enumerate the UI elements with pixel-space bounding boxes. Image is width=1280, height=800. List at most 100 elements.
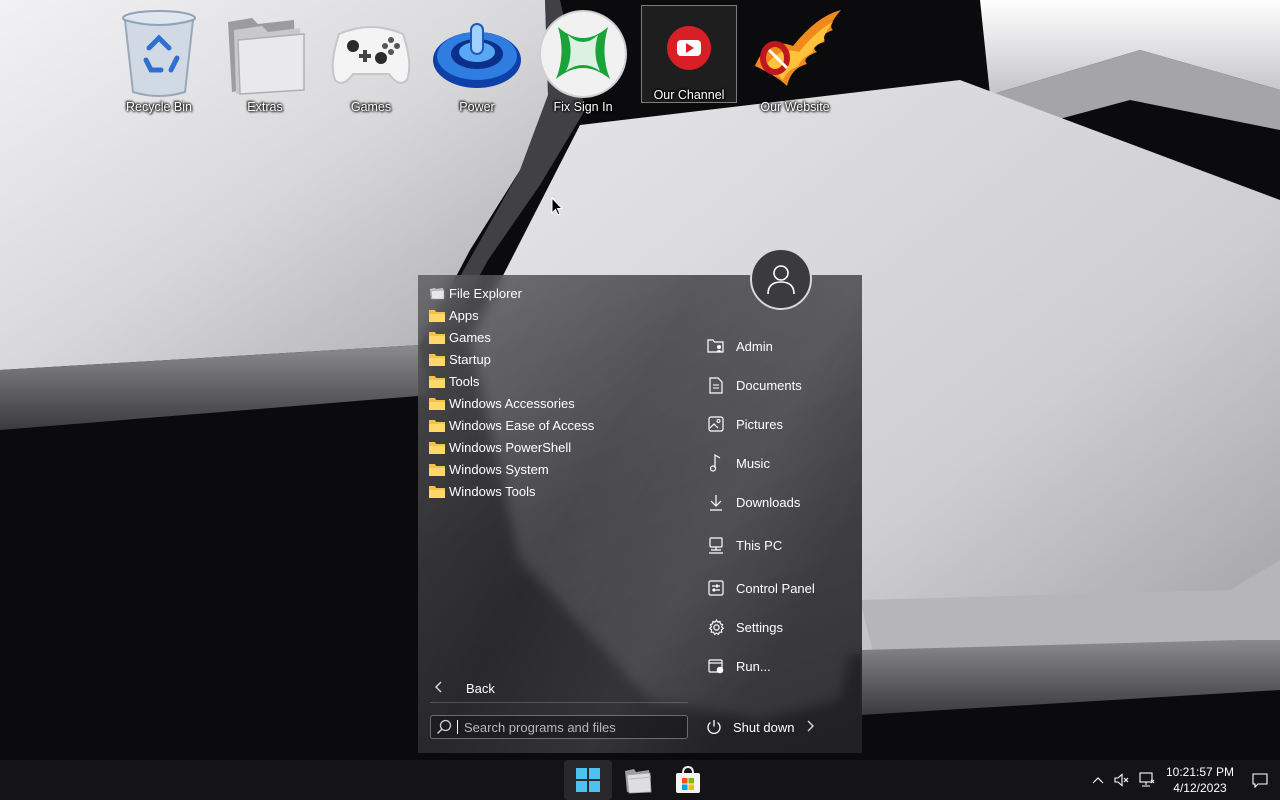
gear-icon	[704, 617, 728, 637]
place-item-run[interactable]: Run...	[702, 653, 852, 679]
picture-icon	[704, 414, 728, 434]
youtube-icon	[641, 6, 737, 90]
desktop-icon-label: Extras	[247, 100, 283, 114]
program-label: Windows PowerShell	[449, 439, 572, 455]
file-explorer-icon	[429, 286, 445, 300]
desktop-icon-label: Recycle Bin	[126, 100, 192, 114]
place-label: Pictures	[736, 416, 783, 432]
taskbar: 10:21:57 PM 4/12/2023	[0, 760, 1280, 800]
taskbar-pinned-apps	[564, 760, 714, 800]
place-item-pictures[interactable]: Pictures	[702, 411, 852, 437]
search-input[interactable]	[464, 719, 687, 735]
place-label: Run...	[736, 658, 771, 674]
place-label: Control Panel	[736, 580, 815, 596]
chevron-right-icon[interactable]	[806, 719, 815, 735]
place-item-downloads[interactable]: Downloads	[702, 489, 852, 515]
place-item-settings[interactable]: Settings	[702, 614, 852, 640]
download-icon	[704, 492, 728, 512]
taskbar-file-explorer-button[interactable]	[614, 760, 662, 800]
desktop-icon-grid: Recycle Bin Extras Games Power Fix Sign …	[106, 5, 848, 124]
text-caret	[457, 720, 458, 734]
desktop-icon-our-website[interactable]: Our Website	[742, 6, 848, 124]
place-item-control-panel[interactable]: Control Panel	[702, 575, 852, 601]
clock-date: 4/12/2023	[1173, 781, 1227, 795]
folder-icon	[429, 374, 445, 388]
program-label: Games	[449, 329, 491, 345]
notification-icon	[1252, 773, 1268, 788]
network-icon	[1139, 772, 1155, 787]
program-item-games[interactable]: Games	[426, 326, 688, 348]
windows-logo-icon	[576, 768, 600, 792]
place-label: Music	[736, 455, 770, 471]
folder-icon	[429, 418, 445, 432]
user-avatar[interactable]	[750, 248, 812, 310]
folder-icon	[429, 330, 445, 344]
desktop-icon-power[interactable]: Power	[424, 6, 530, 124]
back-label: Back	[466, 680, 495, 696]
place-item-admin[interactable]: Admin	[702, 333, 852, 359]
desktop-icon-label: Fix Sign In	[553, 100, 613, 114]
program-item-windows-tools[interactable]: Windows Tools	[426, 480, 688, 502]
folder-icon	[429, 484, 445, 498]
program-item-file-explorer[interactable]: File Explorer	[426, 282, 688, 304]
program-item-windows-accessories[interactable]: Windows Accessories	[426, 392, 688, 414]
system-tray: 10:21:57 PM 4/12/2023	[1086, 760, 1280, 800]
place-item-documents[interactable]: Documents	[702, 372, 852, 398]
computer-icon	[704, 535, 728, 555]
folder-icon	[429, 462, 445, 476]
program-item-tools[interactable]: Tools	[426, 370, 688, 392]
clock[interactable]: 10:21:57 PM 4/12/2023	[1160, 764, 1240, 796]
volume-button[interactable]	[1110, 760, 1134, 800]
taskbar-store-button[interactable]	[664, 760, 712, 800]
run-icon	[704, 656, 728, 676]
program-item-startup[interactable]: Startup	[426, 348, 688, 370]
desktop-icon-recycle-bin[interactable]: Recycle Bin	[106, 6, 212, 124]
desktop-icon-fix-sign-in[interactable]: Fix Sign In	[530, 6, 636, 124]
file-explorer-icon	[625, 769, 652, 794]
desktop-icon-games[interactable]: Games	[318, 6, 424, 124]
program-item-windows-system[interactable]: Windows System	[426, 458, 688, 480]
shutdown-button[interactable]: Shut down	[706, 715, 815, 739]
user-icon	[767, 265, 795, 295]
place-label: This PC	[736, 537, 783, 553]
show-hidden-icons-button[interactable]	[1086, 760, 1110, 800]
shutdown-label: Shut down	[733, 719, 795, 735]
back-button[interactable]: Back	[428, 677, 688, 699]
desktop-icon-extras[interactable]: Extras	[212, 6, 318, 124]
folder-icon	[429, 440, 445, 454]
place-label: Downloads	[736, 494, 801, 510]
program-label: Windows System	[449, 461, 549, 477]
store-icon	[676, 765, 700, 793]
notifications-button[interactable]	[1240, 760, 1280, 800]
desktop-icon-label: Games	[350, 100, 392, 114]
desktop-icon-label: Power	[459, 100, 495, 114]
place-item-music[interactable]: Music	[702, 450, 852, 476]
program-item-windows-powershell[interactable]: Windows PowerShell	[426, 436, 688, 458]
gamepad-icon	[323, 6, 419, 102]
program-label: Apps	[449, 307, 479, 323]
program-label: File Explorer	[449, 285, 522, 301]
network-button[interactable]	[1134, 760, 1158, 800]
power-icon	[429, 6, 525, 102]
volume-muted-icon	[1114, 773, 1129, 787]
desktop-icon-label: Our Website	[760, 100, 830, 114]
program-item-windows-ease-of-access[interactable]: Windows Ease of Access	[426, 414, 688, 436]
user-folder-icon	[704, 336, 728, 356]
folder-icon	[429, 352, 445, 366]
search-icon	[431, 719, 457, 735]
program-list: File Explorer Apps Games Startup Tools W…	[426, 282, 688, 502]
xbox-icon	[535, 6, 631, 102]
place-label: Admin	[736, 338, 773, 354]
program-item-apps[interactable]: Apps	[426, 304, 688, 326]
divider	[430, 702, 688, 703]
recycle-bin-icon	[111, 6, 207, 102]
place-item-this-pc[interactable]: This PC	[702, 532, 852, 558]
program-label: Windows Tools	[449, 483, 536, 499]
desktop-icon-our-channel[interactable]: Our Channel	[641, 5, 737, 103]
search-box[interactable]	[430, 715, 688, 739]
music-icon	[704, 453, 728, 473]
start-button[interactable]	[564, 760, 612, 800]
place-label: Settings	[736, 619, 783, 635]
phoenix-logo-icon	[747, 6, 843, 102]
power-icon	[706, 719, 724, 735]
